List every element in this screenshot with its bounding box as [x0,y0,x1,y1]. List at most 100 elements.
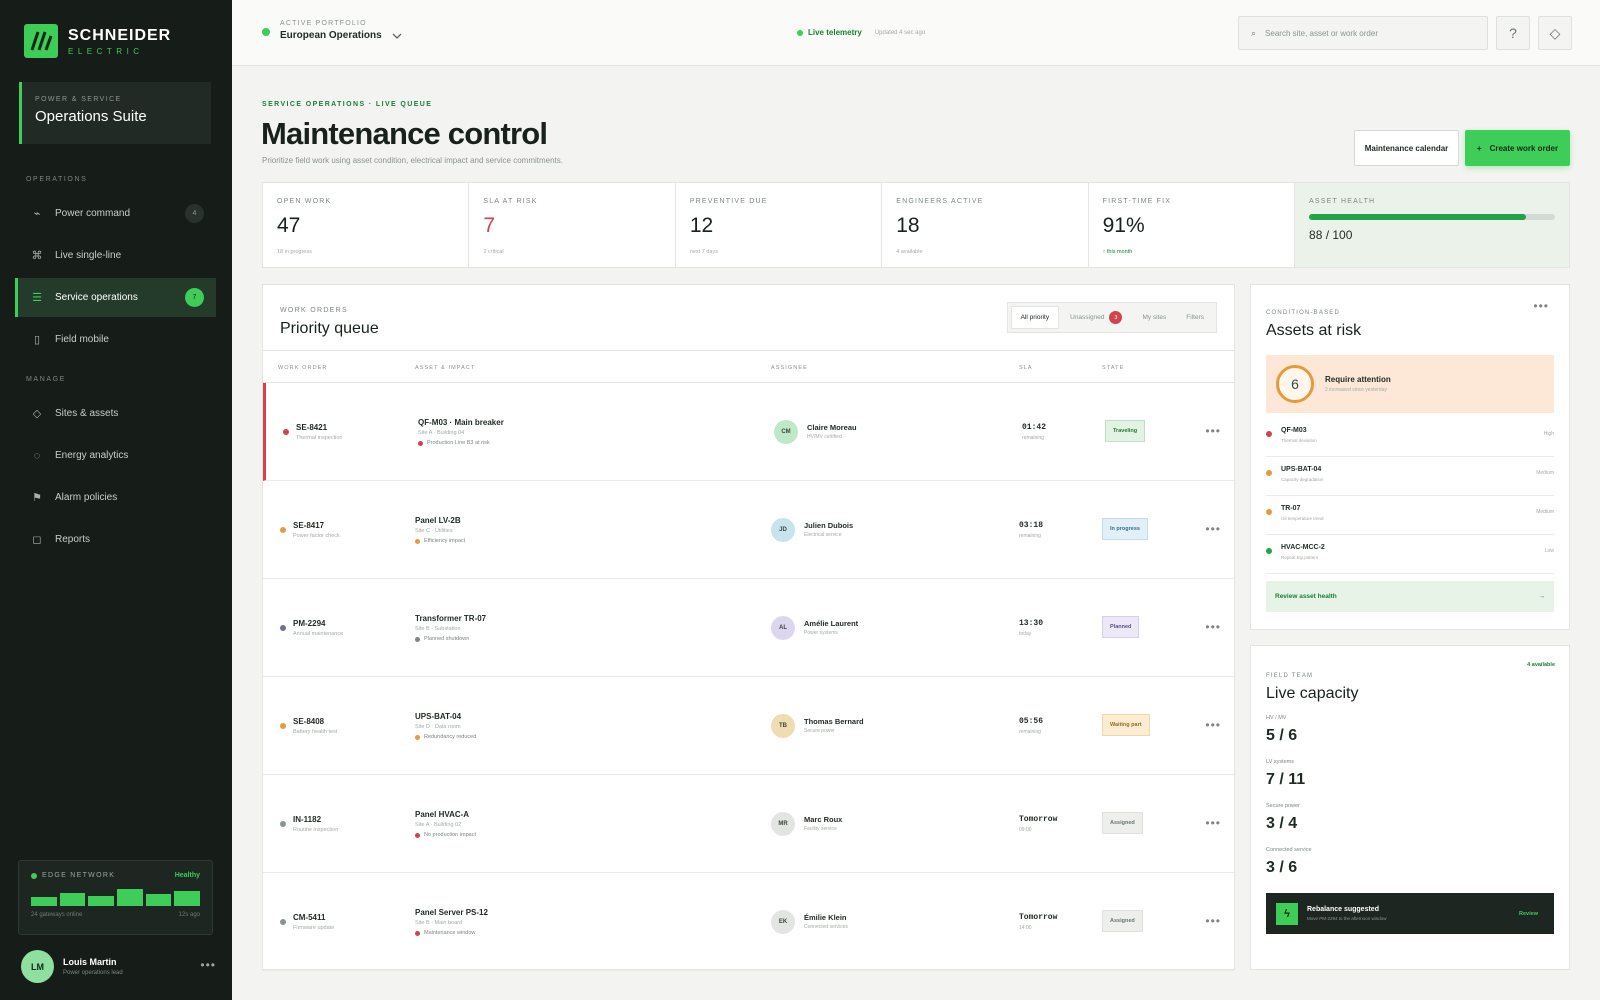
suite-switcher[interactable]: POWER & SERVICE Operations Suite [19,82,211,144]
nav-item-label: Power command [55,208,131,219]
table-row[interactable]: SE-8417 Power factor check Panel LV-2B Site… [263,481,1234,579]
row-actions-icon[interactable]: ••• [1205,816,1221,830]
tab-all-priority[interactable]: All priority [1010,306,1060,329]
unassigned-count-badge: 3 [1109,311,1123,324]
maintenance-calendar-button[interactable]: Maintenance calendar [1354,130,1459,166]
column-header[interactable]: WORK ORDER [278,365,328,371]
asset-name[interactable]: Transformer TR-07 [415,614,486,623]
more-icon[interactable]: ••• [1533,299,1549,313]
asset-name[interactable]: UPS-BAT-04 [415,712,461,721]
rebalance-review-link[interactable]: Review [1519,911,1538,917]
kpi-first-time-fix[interactable]: FIRST-TIME FIX 91% ↑ this month [1089,183,1296,267]
capacity-value: 3 / 6 [1266,859,1298,876]
work-order-id[interactable]: CM-5411 [293,913,325,922]
portfolio-label: ACTIVE PORTFOLIO [280,20,367,27]
telemetry-label: Live telemetry [808,28,862,37]
table-row[interactable]: PM-2294 Annual maintenance Transformer TR-… [263,579,1234,677]
risk-asset-detail: Repeat trip pattern [1281,555,1319,560]
list-item[interactable]: UPS-BAT-04 Capacity degradation Medium [1266,457,1554,496]
attention-sub: 2 increased since yesterday [1325,387,1387,393]
user-profile[interactable]: LM Louis Martin Power operations lead ••… [21,950,216,983]
work-order-id[interactable]: SE-8417 [293,521,324,530]
risk-asset-detail: Capacity degradation [1281,477,1324,482]
attention-summary[interactable]: 6 Require attention 2 increased since ye… [1266,355,1554,413]
assignee-name[interactable]: Amélie Laurent [804,619,858,628]
nav-item-field-mobile[interactable]: ▯ Field mobile [15,320,216,359]
row-actions-icon[interactable]: ••• [1205,620,1221,634]
nav-item-power-command[interactable]: ⌁ Power command 4 [15,194,216,233]
nav-item-label: Reports [55,534,91,545]
work-order-id[interactable]: IN-1182 [293,815,321,824]
assignee-name[interactable]: Marc Roux [804,815,842,824]
table-row[interactable]: SE-8408 Battery health test UPS-BAT-04 Site… [263,677,1234,775]
list-item[interactable]: QF-M03 Thermal deviation High [1266,418,1554,457]
risk-asset-name: HVAC-MCC-2 [1281,544,1325,551]
asset-name[interactable]: Panel LV-2B [415,516,461,525]
sla-sub: 14:00 [1019,925,1032,931]
suite-kicker: POWER & SERVICE [35,96,122,103]
kpi-value: 12 [689,214,714,237]
tab-my-sites[interactable]: My sites [1133,306,1175,329]
search-input[interactable]: ⌕ Search site, asset or work order [1238,16,1488,50]
capacity-available: 4 available [1527,662,1555,668]
status-badge: Assigned [1102,910,1143,932]
arrow-right-icon: → [1538,593,1546,600]
status-badge: Planned [1102,616,1140,638]
asset-name[interactable]: QF-M03 · Main breaker [418,418,504,427]
review-asset-health-button[interactable]: Review asset health → [1266,581,1554,612]
list-item[interactable]: TR-07 Oil temperature trend Medium [1266,496,1554,535]
single-line-icon: ⌘ [31,250,43,262]
column-header[interactable]: SLA [1019,365,1033,371]
nav-item-energy-analytics[interactable]: ◌ Energy analytics [15,436,216,475]
portfolio-selector[interactable]: ACTIVE PORTFOLIO European Operations [262,20,402,41]
work-order-id[interactable]: SE-8408 [293,717,324,726]
panel-title: Priority queue [280,320,379,337]
kpi-preventive-due[interactable]: PREVENTIVE DUE 12 next 7 days [676,183,883,267]
list-item[interactable]: HVAC-MCC-2 Repeat trip pattern Low [1266,535,1554,574]
asset-impact: Redundancy reduced [415,734,476,740]
nav-item-reports[interactable]: ◻ Reports [15,520,216,559]
tab-unassigned[interactable]: Unassigned 3 [1061,306,1131,329]
table-row[interactable]: CM-5411 Firmware update Panel Server PS-12… [263,873,1234,971]
kpi-sla-at-risk[interactable]: SLA AT RISK 7 2 critical [469,183,676,267]
capacity-label: LV systems [1266,759,1295,765]
kpi-sub: 4 available [896,249,923,255]
assignee-name[interactable]: Thomas Bernard [804,717,864,726]
kpi-open-work[interactable]: OPEN WORK 47 18 in progress [263,183,470,267]
column-header[interactable]: STATE [1102,365,1124,371]
nav-item-alarm-policies[interactable]: ⚑ Alarm policies [15,478,216,517]
assignee-name[interactable]: Julien Dubois [804,521,853,530]
nav-item-sites-assets[interactable]: ◇ Sites & assets [15,394,216,433]
capacity-label: Connected service [1266,847,1312,853]
nav-count-badge: 7 [185,288,204,307]
row-actions-icon[interactable]: ••• [1205,718,1221,732]
work-order-id[interactable]: SE-8421 [296,423,327,432]
create-work-order-button[interactable]: + Create work order [1465,130,1570,166]
brand-logo[interactable]: SCHNEIDER ELECTRIC [24,24,171,58]
nav-item-live-single-line[interactable]: ⌘ Live single-line [15,236,216,275]
column-header[interactable]: ASSET & IMPACT [415,365,475,371]
tab-filters[interactable]: Filters [1177,306,1213,329]
settings-button[interactable]: ◇ [1538,16,1572,50]
impact-text: No production impact [424,832,476,838]
row-actions-icon[interactable]: ••• [1205,424,1221,438]
analytics-icon: ◌ [33,449,41,462]
asset-name[interactable]: Panel Server PS-12 [415,908,488,917]
impact-dot-icon [415,734,420,740]
table-row[interactable]: SE-8421 Thermal inspection QF-M03 · Main b… [263,383,1234,481]
power-command-icon: ⌁ [33,208,41,220]
help-button[interactable]: ? [1496,16,1530,50]
column-header[interactable]: ASSIGNEE [771,365,808,371]
assignee-name[interactable]: Claire Moreau [807,423,857,432]
kpi-asset-health[interactable]: ASSET HEALTH 88 / 100 [1295,183,1570,267]
asset-name[interactable]: Panel HVAC-A [415,810,469,819]
table-row[interactable]: IN-1182 Routine inspection Panel HVAC-A Sit… [263,775,1234,873]
kpi-engineers-active[interactable]: ENGINEERS ACTIVE 18 4 available [882,183,1089,267]
user-menu-icon[interactable]: ••• [200,958,216,972]
nav-item-service-operations[interactable]: ☰ Service operations 7 [15,278,216,317]
assignee-name[interactable]: Émilie Klein [804,913,847,922]
row-actions-icon[interactable]: ••• [1205,522,1221,536]
work-order-id[interactable]: PM-2294 [293,619,325,628]
row-actions-icon[interactable]: ••• [1205,914,1221,928]
edge-network-card[interactable]: EDGE NETWORK Healthy 24 gateways online … [18,860,213,935]
